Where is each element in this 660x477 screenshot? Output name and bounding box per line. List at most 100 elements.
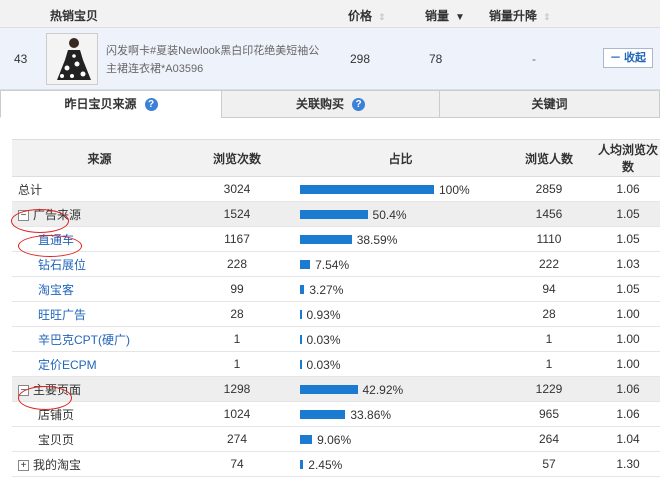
avg-views-cell: 1.05 [596, 276, 660, 302]
visitors-cell: 94 [502, 276, 596, 302]
share-bar [300, 184, 434, 194]
share-bar [300, 284, 305, 294]
visitors-cell: 1 [502, 351, 596, 377]
table-row: 旺旺广告 28 0.93% 28 1.00 [12, 301, 660, 327]
help-icon[interactable]: ? [352, 98, 365, 112]
views-cell: 1 [182, 351, 292, 377]
table-row: 定价ECPM 1 0.03% 1 1.00 [12, 351, 660, 377]
views-cell: 274 [182, 426, 292, 452]
share-value: 0.03% [306, 357, 341, 372]
table-row: + 我的淘宝 74 2.45% 57 1.30 [12, 451, 660, 477]
source-table: 来源 浏览次数 占比 浏览人数 人均浏览次数 总计 3024 100% 2859 1.0… [12, 139, 660, 477]
share-cell: 0.03% [292, 351, 502, 377]
views-cell: 1 [182, 326, 292, 352]
expand-toggle-icon[interactable]: + [18, 459, 29, 471]
sort-icon: ⇕ [543, 12, 551, 22]
hot-products-header: 热销宝贝 [50, 9, 99, 23]
sales-header[interactable]: 销量 ▼ [425, 7, 465, 24]
share-bar [300, 434, 313, 444]
sales-trend-header[interactable]: 销量升降 ⇕ [489, 7, 551, 24]
source-link[interactable]: 旺旺广告 [18, 308, 86, 322]
share-bar [300, 359, 302, 369]
tab-related-purchase[interactable]: 关联购买? [221, 90, 440, 118]
tab-keywords[interactable]: 关键词 [439, 90, 660, 118]
price-header[interactable]: 价格 ⇕ [348, 7, 386, 24]
avg-views-cell: 1.03 [596, 251, 660, 277]
sort-icon: ⇕ [378, 12, 386, 22]
source-name: 我的淘宝 [33, 457, 82, 472]
avg-views-cell: 1.00 [596, 351, 660, 377]
views-cell: 28 [182, 301, 292, 327]
views-cell: 74 [182, 451, 292, 477]
product-sales: 78 [429, 52, 443, 66]
help-icon[interactable]: ? [144, 98, 158, 112]
source-name-cell: 总计 [12, 176, 182, 202]
source-name-cell: 旺旺广告 [12, 301, 182, 327]
share-cell: 38.59% [292, 226, 502, 252]
share-value: 100% [439, 182, 470, 197]
avg-views-cell: 1.04 [596, 426, 660, 452]
detail-tabs: 昨日宝贝来源? 关联购买? 关键词 [0, 90, 660, 118]
visitors-cell: 1110 [502, 226, 596, 252]
collapse-button[interactable]: － 收起 [603, 48, 653, 68]
share-cell: 2.45% [292, 451, 502, 477]
views-cell: 228 [182, 251, 292, 277]
col-visitors: 浏览人数 [502, 139, 596, 177]
avg-views-cell: 1.06 [596, 176, 660, 202]
share-cell: 0.93% [292, 301, 502, 327]
share-value: 7.54% [315, 257, 350, 272]
product-name[interactable]: 闪发啊卡#夏装Newlook黑白印花绝美短袖公主裙连衣裙*A03596 [106, 42, 326, 78]
source-link[interactable]: 辛巴克CPT(硬广) [18, 333, 130, 347]
source-link[interactable]: 淘宝客 [18, 283, 74, 297]
source-name: 总计 [18, 182, 43, 197]
avg-views-cell: 1.00 [596, 301, 660, 327]
col-views: 浏览次数 [182, 139, 292, 177]
product-thumbnail[interactable] [46, 33, 98, 85]
share-value: 33.86% [350, 407, 392, 422]
share-bar [300, 209, 368, 219]
col-source: 来源 [12, 139, 182, 177]
share-bar [300, 309, 302, 319]
product-index: 43 [14, 52, 28, 66]
table-row: − 广告来源 1524 50.4% 1456 1.05 [12, 201, 660, 227]
share-value: 38.59% [356, 232, 398, 247]
share-bar [300, 234, 352, 244]
share-cell: 50.4% [292, 201, 502, 227]
annotation-circle [11, 209, 69, 233]
source-link[interactable]: 钻石展位 [18, 258, 86, 272]
share-value: 50.4% [372, 207, 407, 222]
visitors-cell: 264 [502, 426, 596, 452]
product-price: 298 [350, 52, 371, 66]
visitors-cell: 965 [502, 401, 596, 427]
share-bar [300, 459, 304, 469]
source-link[interactable]: 定价ECPM [18, 358, 97, 372]
visitors-cell: 1456 [502, 201, 596, 227]
annotation-circle [18, 235, 82, 257]
table-row: 钻石展位 228 7.54% 222 1.03 [12, 251, 660, 277]
share-value: 0.93% [306, 307, 341, 322]
views-cell: 3024 [182, 176, 292, 202]
table-row: 淘宝客 99 3.27% 94 1.05 [12, 276, 660, 302]
share-cell: 7.54% [292, 251, 502, 277]
share-bar [300, 334, 302, 344]
table-header-row: 来源 浏览次数 占比 浏览人数 人均浏览次数 [12, 139, 660, 177]
table-row: 直通车 1167 38.59% 1110 1.05 [12, 226, 660, 252]
share-bar [300, 409, 346, 419]
col-share: 占比 [292, 139, 502, 177]
share-value: 2.45% [308, 457, 343, 472]
share-cell: 42.92% [292, 376, 502, 402]
table-row: 辛巴克CPT(硬广) 1 0.03% 1 1.00 [12, 326, 660, 352]
table-row: 店铺页 1024 33.86% 965 1.06 [12, 401, 660, 427]
tab-yesterday-source[interactable]: 昨日宝贝来源? [0, 90, 222, 118]
share-cell: 100% [292, 176, 502, 202]
source-name-cell: 宝贝页 [12, 426, 182, 452]
views-cell: 1167 [182, 226, 292, 252]
tab-divider [222, 117, 660, 118]
share-cell: 33.86% [292, 401, 502, 427]
share-value: 42.92% [362, 382, 404, 397]
share-value: 9.06% [317, 432, 352, 447]
share-value: 0.03% [306, 332, 341, 347]
avg-views-cell: 1.00 [596, 326, 660, 352]
product-list-header: 热销宝贝 价格 ⇕ 销量 ▼ 销量升降 ⇕ [0, 0, 660, 28]
visitors-cell: 2859 [502, 176, 596, 202]
